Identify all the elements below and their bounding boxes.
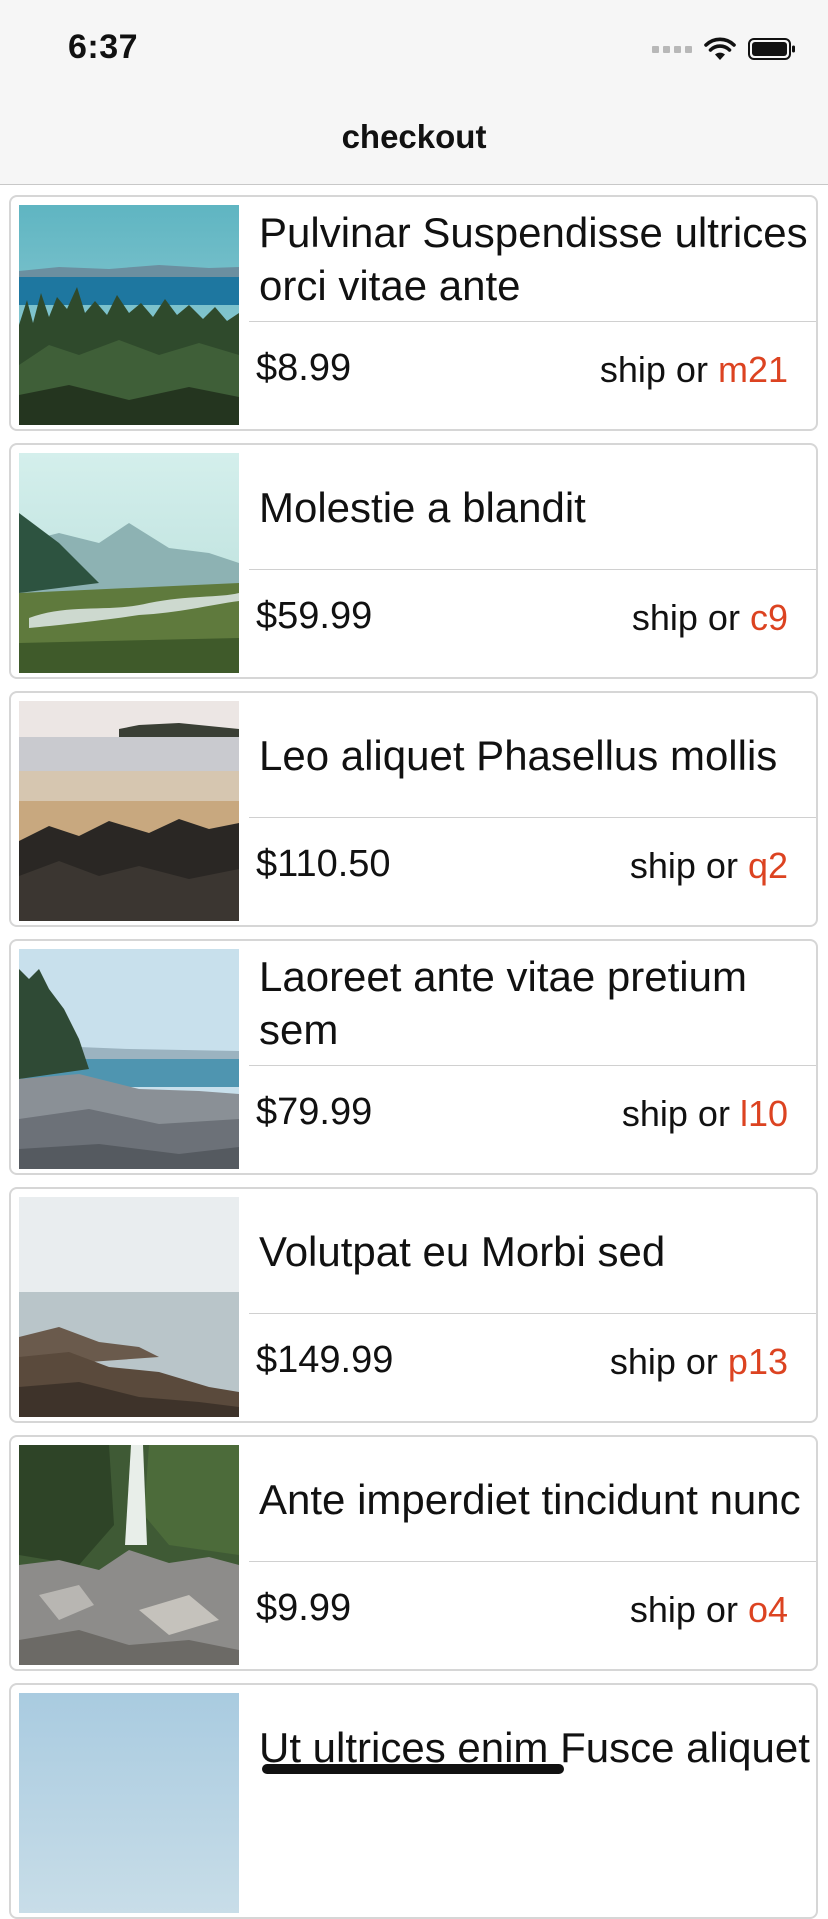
home-indicator[interactable] <box>262 1764 564 1774</box>
ship-option[interactable]: ship or l10 <box>622 1093 788 1135</box>
ship-label: ship or <box>621 1093 730 1134</box>
item-price: $79.99 <box>256 1091 373 1133</box>
store-code-link[interactable]: p13 <box>728 1341 788 1382</box>
divider <box>249 569 816 570</box>
item-price: $8.99 <box>256 347 352 389</box>
item-title: Pulvinar Suspendisse ultrices orci vitae… <box>259 209 808 309</box>
item-title: Laoreet ante vitae pretium sem <box>259 953 747 1053</box>
item-price: $149.99 <box>256 1339 394 1381</box>
list-item[interactable]: Ut ultrices enim Fusce aliquet <box>9 1683 818 1919</box>
status-time: 6:37 <box>68 28 139 66</box>
ship-label: ship or <box>599 349 708 390</box>
ship-option[interactable]: ship or q2 <box>630 845 788 887</box>
item-title: Leo aliquet Phasellus mollis <box>259 731 778 779</box>
item-title: Ut ultrices enim Fusce aliquet <box>259 1723 810 1771</box>
item-title: Ante imperdiet tincidunt nunc <box>259 1475 801 1523</box>
ship-label: ship or <box>629 845 738 886</box>
misty-river-valley-photo <box>19 453 239 673</box>
divider <box>249 817 816 818</box>
rocky-beach-photo <box>19 701 239 921</box>
list-item[interactable]: Leo aliquet Phasellus mollis $110.50 shi… <box>9 691 818 927</box>
ship-label: ship or <box>609 1341 718 1382</box>
page-title: checkout <box>341 118 487 155</box>
divider <box>249 321 816 322</box>
divider <box>249 1313 816 1314</box>
list-item[interactable]: Pulvinar Suspendisse ultrices orci vitae… <box>9 195 818 431</box>
store-code-link[interactable]: m21 <box>718 349 788 390</box>
list-item[interactable]: Molestie a blandit $59.99 ship or c9 <box>9 443 818 679</box>
battery-icon <box>748 38 795 60</box>
store-code-link[interactable]: c9 <box>750 597 788 638</box>
item-title: Molestie a blandit <box>259 483 586 531</box>
list-item[interactable]: Volutpat eu Morbi sed $149.99 ship or p1… <box>9 1187 818 1423</box>
ship-option[interactable]: ship or c9 <box>632 597 788 639</box>
wifi-icon <box>704 37 736 60</box>
navigation-bar: checkout <box>0 100 828 185</box>
list-item[interactable]: Ante imperdiet tincidunt nunc $9.99 ship… <box>9 1435 818 1671</box>
store-code-link[interactable]: q2 <box>748 845 788 886</box>
ship-label: ship or <box>631 597 740 638</box>
ship-label: ship or <box>629 1589 738 1630</box>
item-title: Volutpat eu Morbi sed <box>259 1227 666 1275</box>
forest-lake-photo <box>19 205 239 425</box>
status-icons <box>652 34 796 64</box>
divider <box>249 1561 816 1562</box>
store-code-link[interactable]: o4 <box>748 1589 788 1630</box>
sky-photo <box>19 1693 239 1913</box>
item-price: $59.99 <box>256 595 373 637</box>
store-code-link[interactable]: l10 <box>740 1093 788 1134</box>
ship-option[interactable]: ship or p13 <box>610 1341 788 1383</box>
item-price: $9.99 <box>256 1587 352 1629</box>
ship-option[interactable]: ship or m21 <box>600 349 788 391</box>
list-item[interactable]: Laoreet ante vitae pretium sem $79.99 sh… <box>9 939 818 1175</box>
pebble-shore-photo <box>19 949 239 1169</box>
waterfall-photo <box>19 1445 239 1665</box>
status-bar: 6:37 <box>0 0 828 100</box>
divider <box>249 1065 816 1066</box>
rocky-coast-photo <box>19 1197 239 1417</box>
item-price: $110.50 <box>256 843 391 885</box>
cellular-signal-icon <box>652 45 692 53</box>
ship-option[interactable]: ship or o4 <box>630 1589 788 1631</box>
